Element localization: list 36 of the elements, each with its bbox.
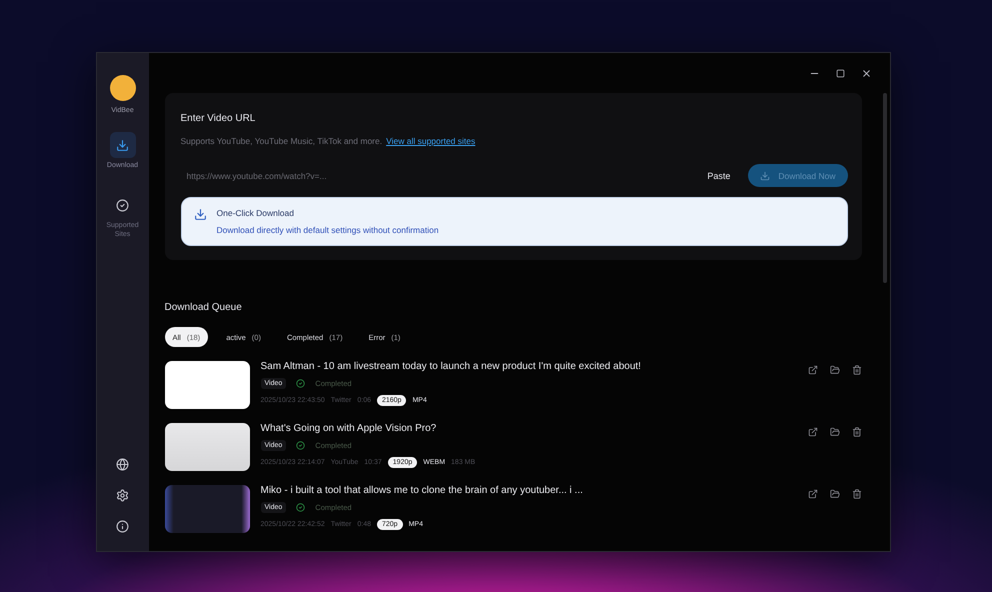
settings-icon[interactable] (116, 489, 129, 502)
info-icon[interactable] (116, 520, 129, 533)
scrollbar[interactable] (882, 93, 886, 283)
check-circle-icon (296, 379, 306, 388)
folder-icon[interactable] (830, 427, 840, 437)
supported-sites-link[interactable]: View all supported sites (386, 136, 476, 146)
video-title: Sam Altman - 10 am livestream today to launch a new product I'm quite excited about! (260, 361, 642, 372)
globe-icon[interactable] (116, 458, 129, 471)
url-input-field[interactable]: https://www.youtube.com/watch?v=... (180, 166, 690, 184)
download-icon (760, 170, 770, 180)
download-icon (194, 208, 206, 221)
external-link-icon[interactable] (808, 489, 818, 499)
trash-icon[interactable] (852, 427, 862, 437)
trash-icon[interactable] (852, 489, 862, 499)
video-title: Miko - i built a tool that allows me to clone the brain of any youtuber... i ... (260, 485, 584, 496)
check-circle-icon (116, 198, 129, 212)
paste-button[interactable]: Paste (699, 166, 738, 184)
nav-item[interactable] (110, 132, 136, 158)
section-title: Enter Video URL (180, 113, 256, 124)
one-click-title: One-Click Download (216, 208, 295, 218)
app-logo (110, 75, 136, 101)
check-circle-icon (296, 441, 306, 450)
folder-icon[interactable] (830, 365, 840, 375)
trash-icon[interactable] (852, 365, 862, 375)
external-link-icon[interactable] (808, 365, 818, 375)
folder-icon[interactable] (830, 489, 840, 499)
external-link-icon[interactable] (808, 427, 818, 437)
maximize-icon[interactable] (836, 68, 844, 78)
one-click-download-panel[interactable]: One-Click Download Download directly with default settings without confirmation (180, 197, 848, 246)
close-icon[interactable] (860, 68, 872, 78)
supported-sites-text: Supports YouTube, YouTube Music, TikTok and more. View all supported sites (180, 136, 476, 146)
one-click-description: Download directly with default settings without confirmation (216, 225, 439, 235)
queue-title: Download Queue (164, 302, 243, 313)
video-title: What's Going on with Apple Vision Pro? (260, 423, 438, 434)
check-circle-icon (296, 503, 306, 512)
download-icon (116, 138, 129, 152)
